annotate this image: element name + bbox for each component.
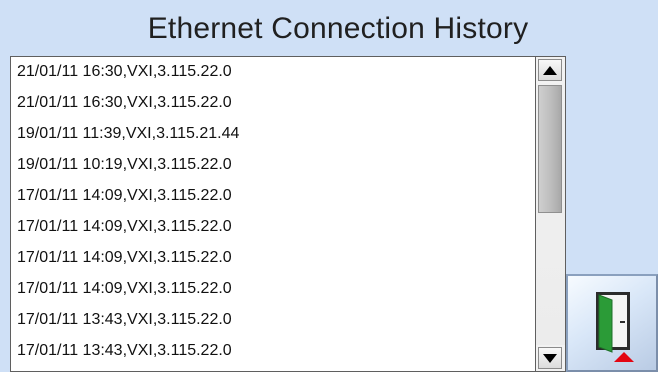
history-entry[interactable]: 21/01/11 16:30,VXI,3.115.22.0 — [17, 60, 232, 84]
exit-door-icon — [596, 292, 634, 362]
history-entry[interactable]: 17/01/11 14:09,VXI,3.115.22.0 — [17, 184, 232, 208]
scroll-thumb[interactable] — [538, 85, 562, 213]
history-entry[interactable]: 17/01/11 13:43,VXI,3.115.22.0 — [17, 339, 232, 363]
scroll-up-button[interactable] — [538, 59, 562, 81]
exit-button[interactable] — [566, 274, 658, 372]
history-list[interactable]: 21/01/11 16:30,VXI,3.115.22.0 21/01/11 1… — [10, 56, 536, 372]
history-entry[interactable]: 17/01/11 14:09,VXI,3.115.22.0 — [17, 277, 232, 301]
history-list-content: 21/01/11 16:30,VXI,3.115.22.0 21/01/11 1… — [11, 57, 535, 371]
history-entry[interactable]: 17/01/11 13:43,VXI,3.115.22.0 — [17, 308, 232, 332]
history-entry[interactable]: 19/01/11 11:39,VXI,3.115.21.44 — [17, 122, 239, 146]
arrow-up-icon — [543, 65, 557, 75]
page-title: Ethernet Connection History — [147, 12, 529, 45]
history-entry[interactable]: 17/01/11 14:09,VXI,3.115.22.0 — [17, 215, 232, 239]
vertical-scrollbar[interactable] — [536, 56, 566, 372]
history-entry[interactable]: 19/01/11 10:19,VXI,3.115.22.0 — [17, 153, 232, 177]
arrow-down-icon — [543, 353, 557, 363]
connection-history-screen: Ethernet Connection History 21/01/11 16:… — [0, 0, 658, 372]
history-entry[interactable]: 17/01/11 14:09,VXI,3.115.22.0 — [17, 246, 232, 270]
history-entry[interactable]: 21/01/11 16:30,VXI,3.115.22.0 — [17, 91, 232, 115]
scroll-down-button[interactable] — [538, 347, 562, 369]
